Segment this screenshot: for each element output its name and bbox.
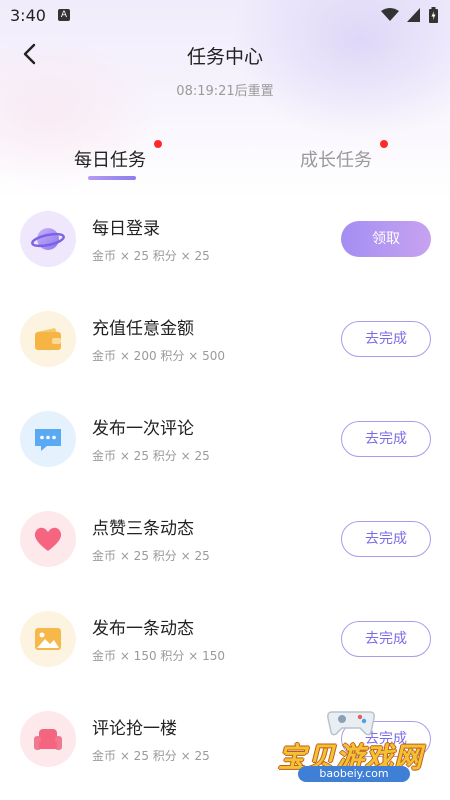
reset-countdown: 08:19:21后重置 [176,84,274,99]
status-bar: 3:40 A [0,0,450,32]
tab-label: 成长任务 [300,150,372,171]
tab-daily-tasks[interactable]: 每日任务 [74,140,162,172]
task-reward: 金币 × 200 积分 × 500 [92,349,225,363]
task-title: 评论抢一楼 [92,719,177,739]
task-title: 发布一次评论 [92,419,194,439]
notification-icon: A [58,9,70,21]
page-title: 任务中心 [186,46,263,68]
tab-growth-tasks[interactable]: 成长任务 [300,140,388,172]
task-reward: 金币 × 150 积分 × 150 [92,649,225,663]
task-title: 发布一条动态 [92,619,194,639]
wifi-icon [381,8,399,21]
sofa-icon [34,729,62,750]
task-row: 充值任意金额 金币 × 200 积分 × 500 去完成 [0,301,450,381]
task-reward: 金币 × 25 积分 × 25 [92,249,210,263]
task-icon [20,311,76,367]
tab-badge-dot [380,140,388,148]
task-reward: 金币 × 25 积分 × 25 [92,449,210,463]
tab-badge-dot [154,140,162,148]
status-icons [381,7,438,23]
heart-icon [34,527,62,551]
watermark-url: baobeiy.com [298,766,410,782]
task-row: 每日登录 金币 × 25 积分 × 25 领取 [0,201,450,281]
go-complete-button[interactable]: 去完成 [341,421,431,457]
task-icon [20,711,76,767]
planet-icon [31,228,65,250]
status-time: 3:40 [10,6,46,25]
task-row: 发布一条动态 金币 × 150 积分 × 150 去完成 [0,601,450,681]
go-complete-button[interactable]: 去完成 [341,521,431,557]
go-complete-button[interactable]: 去完成 [341,321,431,357]
task-icon [20,511,76,567]
tab-label: 每日任务 [74,150,146,171]
wallet-icon [35,328,61,350]
go-complete-button[interactable]: 去完成 [341,621,431,657]
comment-icon [35,429,61,451]
signal-icon [407,8,420,22]
task-title: 每日登录 [92,219,160,239]
task-row: 发布一次评论 金币 × 25 积分 × 25 去完成 [0,401,450,481]
task-title: 充值任意金额 [92,319,194,339]
task-reward: 金币 × 25 积分 × 25 [92,549,210,563]
gamepad-icon [327,711,375,736]
battery-icon [429,7,438,23]
task-icon [20,211,76,267]
claim-button[interactable]: 领取 [341,221,431,257]
task-reward: 金币 × 25 积分 × 25 [92,749,210,763]
task-title: 点赞三条动态 [92,519,194,539]
task-row: 点赞三条动态 金币 × 25 积分 × 25 去完成 [0,501,450,581]
task-icon [20,611,76,667]
tab-active-indicator [88,176,136,180]
task-icon [20,411,76,467]
site-watermark: 宝贝游戏网 baobeiy.com [268,700,438,790]
image-icon [35,628,61,650]
